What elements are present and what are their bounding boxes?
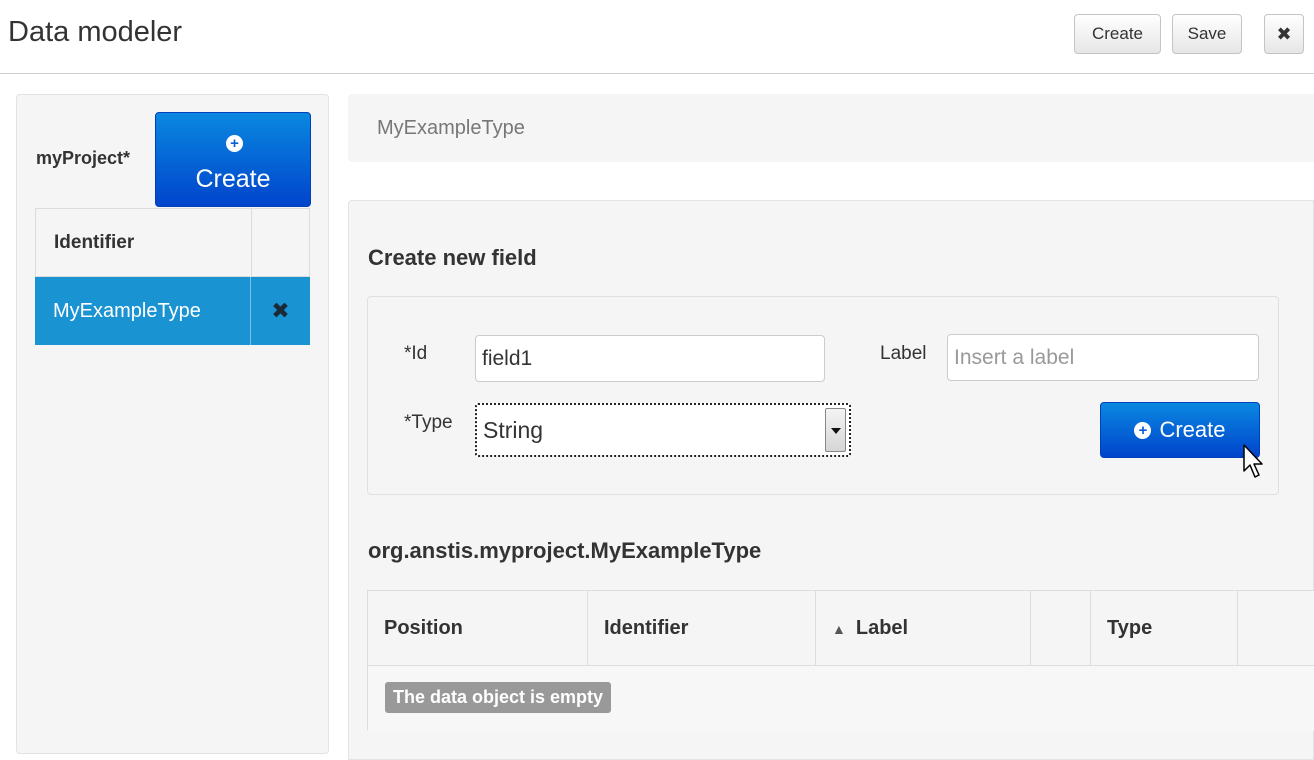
- fields-table-header: Position Identifier ▲ Label Type: [368, 591, 1314, 666]
- table-row[interactable]: MyExampleType ✖: [35, 277, 310, 345]
- type-select[interactable]: String: [475, 403, 851, 457]
- type-column-header[interactable]: Type: [1091, 591, 1238, 666]
- data-object-name-bar: MyExampleType: [348, 94, 1314, 162]
- label-label: Label: [880, 343, 927, 364]
- type-select-value: String: [483, 416, 544, 443]
- label-column-header-text: Label: [855, 617, 909, 639]
- create-field-label: Create: [1159, 417, 1226, 442]
- page-title: Data modeler: [8, 16, 183, 48]
- create-field-title: Create new field: [368, 245, 537, 270]
- create-field-form: [367, 296, 1279, 495]
- data-object-name: MyExampleType: [377, 117, 525, 139]
- header-create-button[interactable]: Create: [1074, 14, 1161, 54]
- identifier-column-header[interactable]: Identifier: [36, 209, 252, 276]
- header-save-button[interactable]: Save: [1172, 14, 1242, 54]
- id-input[interactable]: field1: [475, 335, 825, 382]
- label-column-header[interactable]: ▲ Label: [816, 591, 1031, 666]
- plus-circle-icon: +: [226, 135, 243, 152]
- header-bar: Data modeler Create Save ✖: [0, 0, 1314, 74]
- mouse-pointer-icon: [1243, 444, 1263, 478]
- delete-icon[interactable]: ✖: [251, 277, 310, 345]
- sort-ascending-icon: ▲: [832, 620, 846, 637]
- data-object-identifier[interactable]: MyExampleType: [35, 277, 251, 345]
- type-label: *Type: [404, 412, 453, 433]
- empty-column-header: [1031, 591, 1091, 666]
- data-object-full-name: org.anstis.myproject.MyExampleType: [368, 538, 762, 563]
- label-input[interactable]: Insert a label: [947, 334, 1259, 381]
- empty-state-badge: The data object is empty: [385, 682, 612, 713]
- create-data-object-label: Create: [195, 165, 271, 193]
- plus-circle-icon: +: [1134, 421, 1152, 439]
- actions-column-header: [1238, 591, 1314, 666]
- identifier-column-header[interactable]: Identifier: [588, 591, 816, 666]
- position-column-header[interactable]: Position: [368, 591, 588, 666]
- fields-table: Position Identifier ▲ Label Type The dat…: [367, 590, 1314, 731]
- fields-table-body: The data object is empty: [368, 666, 1314, 731]
- create-field-button[interactable]: + Create: [1100, 402, 1260, 458]
- data-objects-table-header: Identifier: [35, 208, 310, 277]
- project-name: myProject*: [36, 148, 131, 168]
- create-data-object-button[interactable]: + Create: [155, 112, 311, 207]
- close-icon[interactable]: ✖: [1264, 14, 1304, 54]
- dropdown-arrow-icon[interactable]: [825, 408, 846, 452]
- actions-column-header: [252, 209, 311, 276]
- id-label: *Id: [404, 343, 428, 364]
